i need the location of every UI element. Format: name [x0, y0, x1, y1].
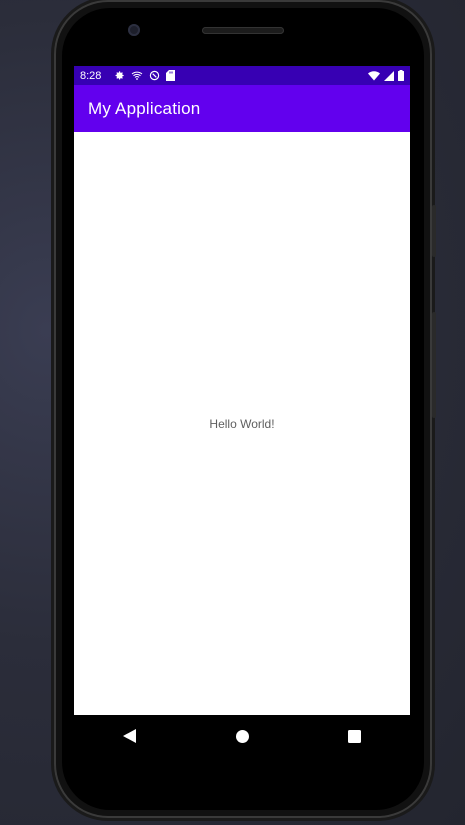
- battery-icon: [398, 70, 404, 81]
- sync-icon: [149, 70, 160, 81]
- status-time: 8:28: [80, 69, 102, 82]
- status-icons-left: [114, 70, 175, 81]
- signal-icon: [384, 70, 394, 81]
- wifi-icon: [368, 70, 380, 81]
- recents-icon: [347, 729, 361, 743]
- recents-button[interactable]: [334, 716, 374, 756]
- main-content: Hello World!: [74, 132, 410, 715]
- earpiece-speaker: [202, 27, 284, 34]
- home-button[interactable]: [222, 716, 262, 756]
- app-bar: My Application: [74, 85, 410, 132]
- front-camera: [128, 24, 140, 36]
- volume-button[interactable]: [432, 205, 436, 257]
- device-screen: 8:28 My Application Hello World!: [74, 66, 410, 715]
- status-icons-right: [368, 70, 404, 81]
- gear-icon: [114, 70, 125, 81]
- sd-card-icon: [166, 70, 175, 81]
- back-icon: [123, 729, 137, 743]
- power-button[interactable]: [432, 312, 436, 418]
- home-icon: [235, 729, 249, 743]
- back-button[interactable]: [110, 716, 150, 756]
- hello-text: Hello World!: [209, 416, 275, 431]
- status-bar: 8:28: [74, 66, 410, 85]
- navigation-bar: [74, 715, 410, 757]
- app-title: My Application: [88, 98, 201, 118]
- wifi-question-icon: [131, 70, 143, 81]
